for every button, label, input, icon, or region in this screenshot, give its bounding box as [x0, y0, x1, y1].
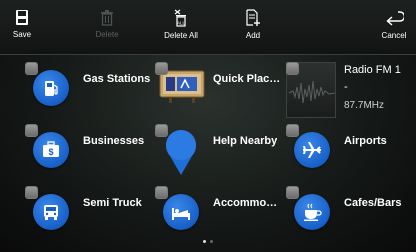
add-button[interactable]: Add — [240, 0, 266, 54]
page-dot — [210, 240, 213, 243]
tile-label: Quick Plac… — [213, 73, 281, 85]
save-label: Save — [12, 30, 32, 39]
tile-label: Cafes/Bars — [344, 197, 402, 209]
station-frequency: 87.7MHz — [344, 100, 385, 111]
tile-label: Accommo… — [213, 197, 278, 209]
tile-cafes-bars[interactable]: Cafes/Bars — [286, 186, 416, 242]
tile-label: Help Nearby — [213, 135, 278, 147]
cancel-button[interactable]: Cancel — [378, 0, 410, 54]
checkbox[interactable] — [286, 62, 299, 75]
tile-label: Gas Stations — [83, 73, 151, 85]
svg-text:ALL: ALL — [177, 21, 186, 26]
svg-text:$: $ — [48, 147, 53, 157]
coffee-cup-icon — [294, 194, 330, 230]
station-separator: - — [344, 81, 348, 93]
station-name: Radio FM 1 — [344, 64, 401, 76]
checkbox[interactable] — [25, 124, 38, 137]
toolbar: Save Delete ALL Delete All Add Cancel — [0, 0, 416, 55]
page-dot-current — [203, 240, 206, 243]
checkbox[interactable] — [155, 124, 168, 137]
location-pin-icon — [166, 130, 196, 175]
bed-icon — [163, 194, 199, 230]
checkbox[interactable] — [155, 186, 168, 199]
add-document-icon — [246, 9, 260, 26]
checkbox[interactable] — [25, 186, 38, 199]
tile-label: Businesses — [83, 135, 145, 147]
trash-icon — [101, 10, 113, 26]
delete-all-label: Delete All — [164, 31, 198, 40]
add-label: Add — [245, 31, 261, 40]
page-indicator — [0, 240, 416, 243]
delete-label: Delete — [95, 30, 119, 39]
tile-accommodation[interactable]: Accommo… — [155, 186, 285, 242]
briefcase-icon: $ — [33, 132, 69, 168]
cancel-label: Cancel — [381, 31, 407, 40]
tile-label: Semi Truck — [83, 197, 142, 209]
trash-all-icon: ALL — [174, 9, 186, 27]
delete-all-button[interactable]: ALL Delete All — [160, 0, 202, 54]
checkbox[interactable] — [286, 186, 299, 199]
checkbox[interactable] — [25, 62, 38, 75]
tile-help-nearby[interactable]: Help Nearby — [155, 124, 285, 180]
tile-semi-truck[interactable]: Semi Truck — [25, 186, 155, 242]
tile-quick-place[interactable]: Quick Plac… — [155, 62, 285, 118]
tile-gas-stations[interactable]: Gas Stations — [25, 62, 155, 118]
checkbox[interactable] — [155, 62, 168, 75]
save-button[interactable]: Save — [8, 0, 36, 54]
tile-label: Airports — [344, 135, 387, 147]
truck-icon — [33, 194, 69, 230]
checkbox[interactable] — [286, 124, 299, 137]
tile-airports[interactable]: Airports — [286, 124, 416, 180]
tile-businesses[interactable]: $ Businesses — [25, 124, 155, 180]
delete-button[interactable]: Delete — [90, 0, 124, 54]
tile-radio-fm[interactable]: Radio FM 1 - 87.7MHz — [286, 62, 416, 118]
airplane-icon — [294, 132, 330, 168]
save-icon — [16, 10, 28, 25]
gas-station-icon — [33, 70, 69, 106]
return-arrow-icon — [386, 11, 404, 26]
